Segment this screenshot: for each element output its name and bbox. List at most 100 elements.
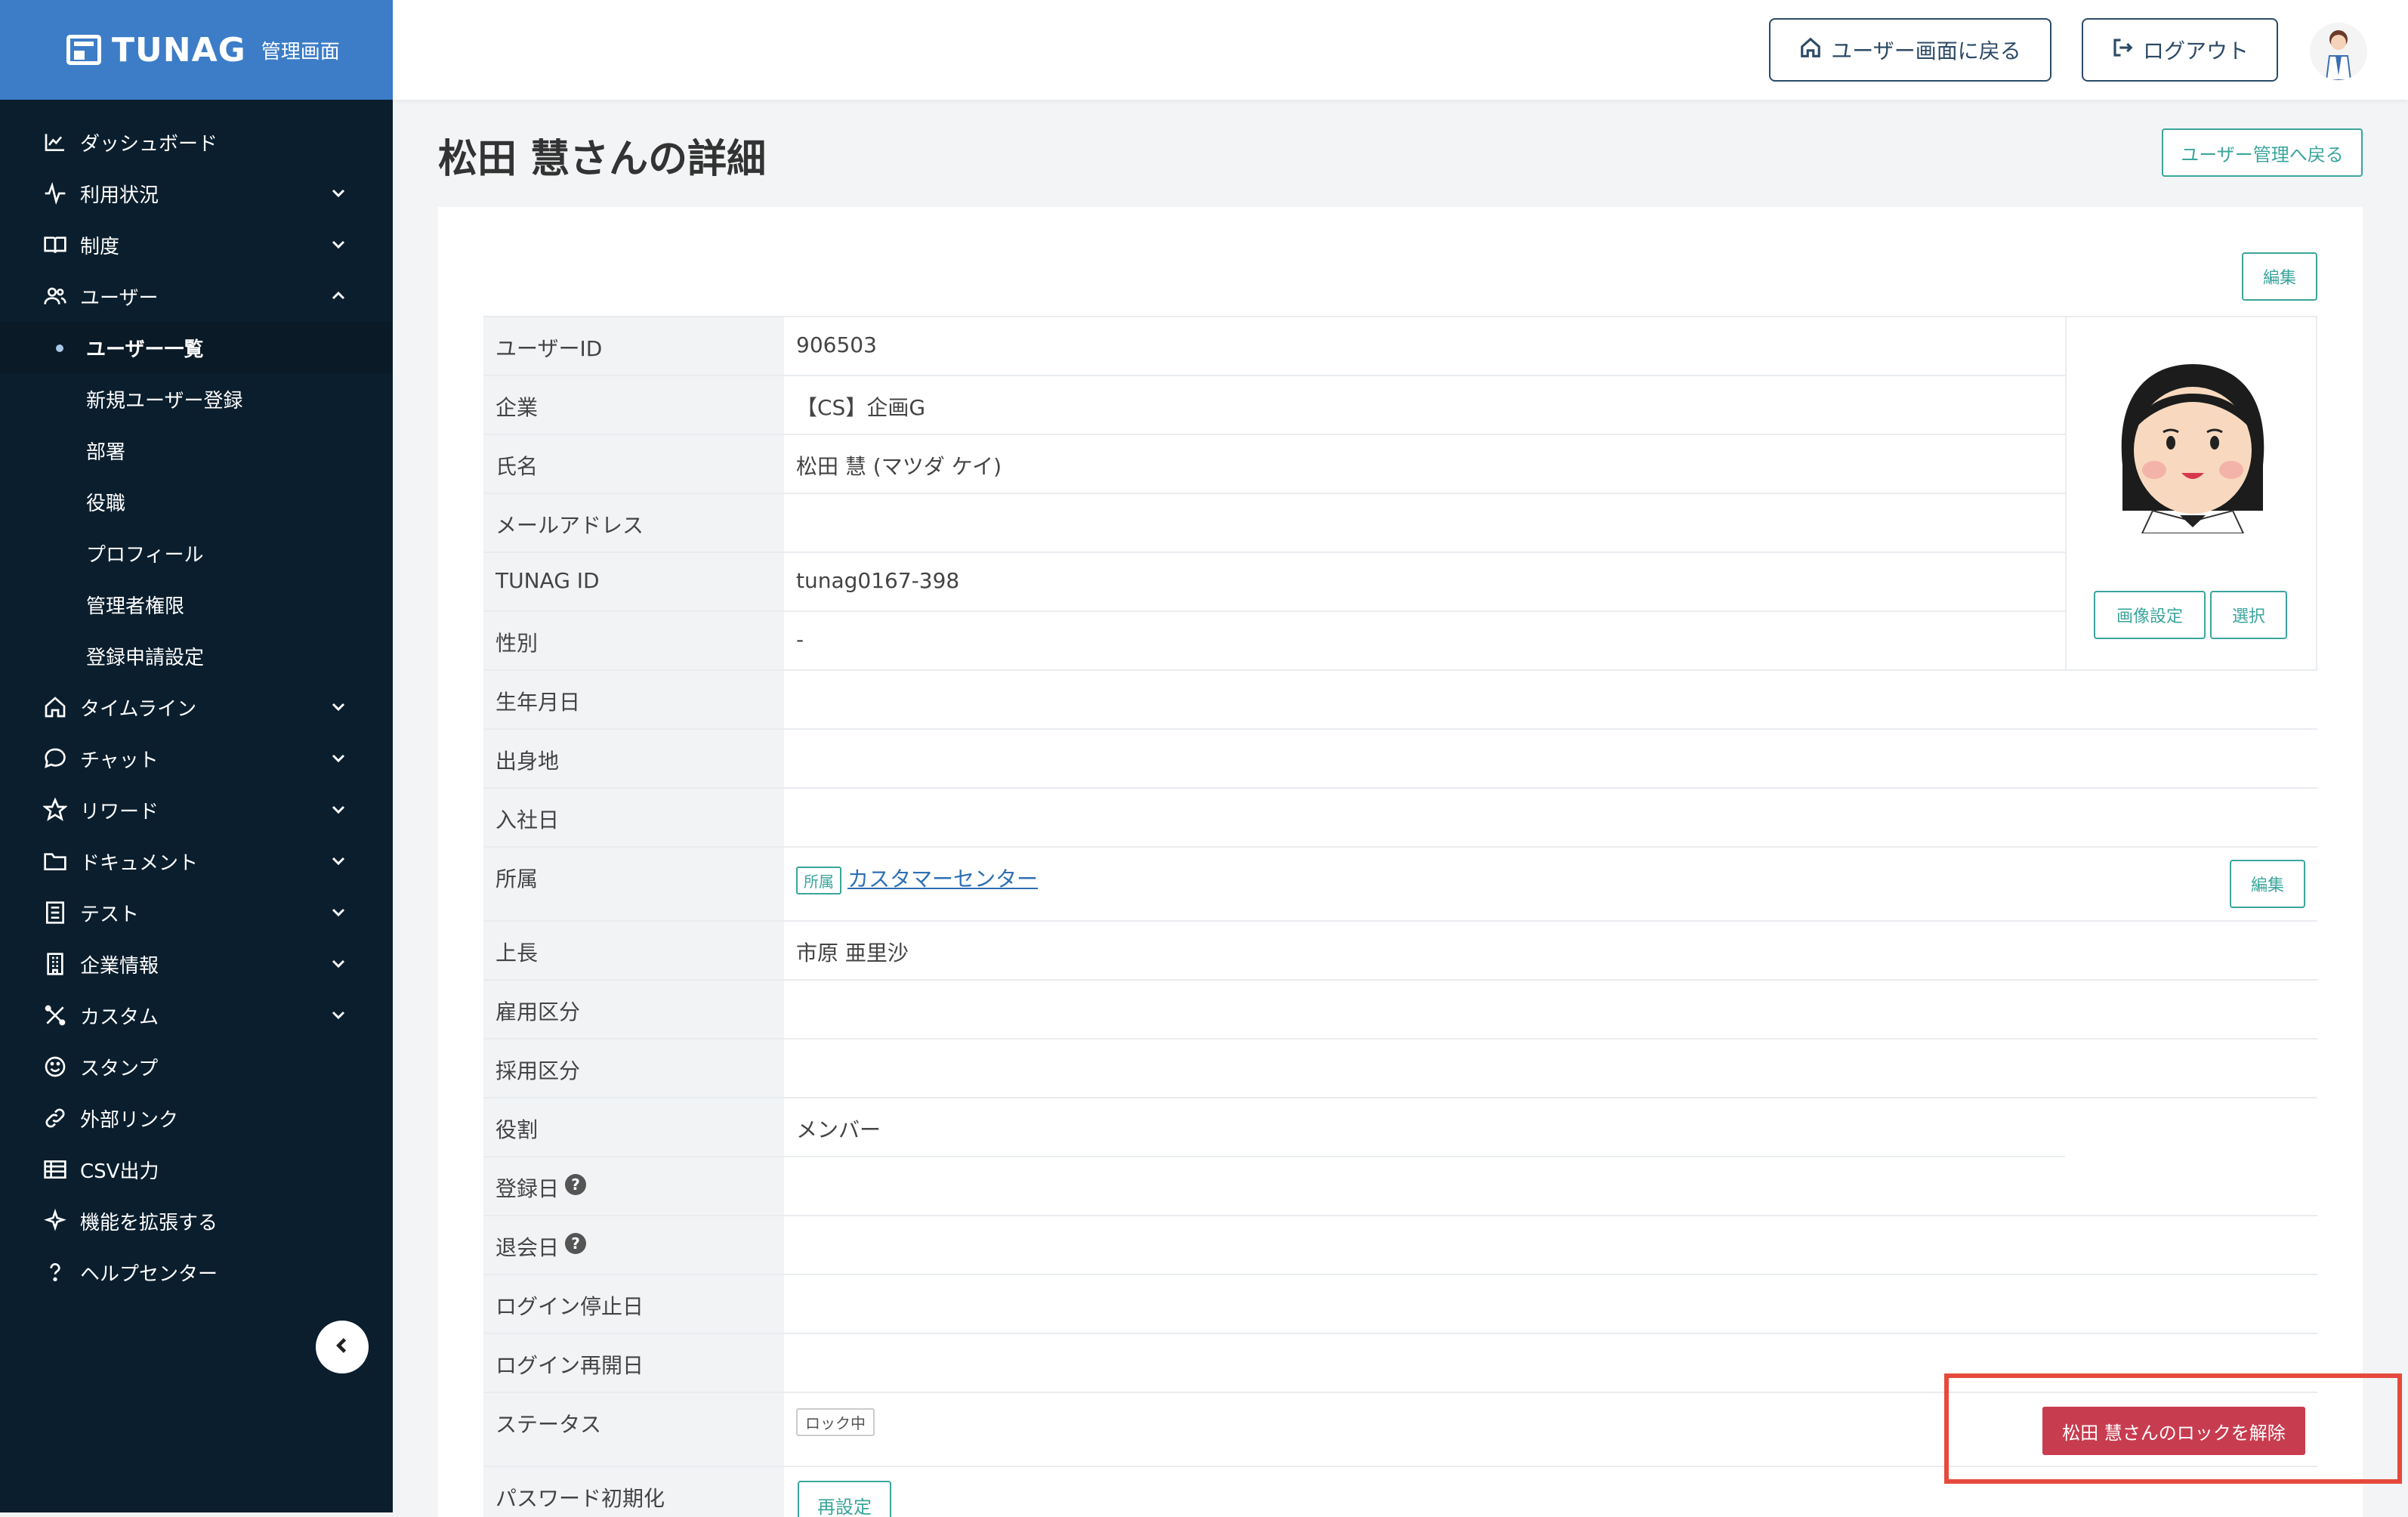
chevron-down-icon [329, 955, 347, 973]
help-icon[interactable]: ? [565, 1233, 587, 1254]
back-to-user-management-button[interactable]: ユーザー管理へ戻る [2162, 128, 2363, 177]
home-icon [1799, 36, 1822, 64]
sidebar-item-label: カスタム [80, 1006, 159, 1029]
chevron-down-icon [329, 184, 347, 202]
sidebar-item-documents[interactable]: ドキュメント [0, 836, 393, 887]
edit-profile-button[interactable]: 編集 [2242, 252, 2317, 301]
chevron-down-icon [329, 904, 347, 922]
sidebar-item-chat[interactable]: チャット [0, 733, 393, 784]
table-row: 出身地 [483, 728, 2317, 787]
chevron-left-icon [332, 1335, 353, 1359]
sidebar-item-reward[interactable]: リワード [0, 784, 393, 836]
field-value [784, 981, 2317, 1038]
sidebar-subitem-department[interactable]: 部署 [0, 425, 393, 476]
table-row: ユーザーID 906503 [483, 316, 2065, 375]
password-reset-button[interactable]: 再設定 [798, 1481, 891, 1517]
sidebar-item-users[interactable]: ユーザー [0, 270, 393, 322]
table-row: 採用区分 [483, 1038, 2317, 1097]
field-label-text: 登録日 [495, 1176, 560, 1201]
table-row: 退会日? [483, 1215, 2317, 1274]
sidebar-subitem-profile[interactable]: プロフィール [0, 527, 393, 579]
chevron-up-icon [329, 287, 347, 305]
field-label: ユーザーID [483, 317, 784, 375]
field-value [784, 730, 2317, 787]
table-row-affiliation: 所属 所属 カスタマーセンター [483, 846, 2317, 920]
sidebar-item-extend-features[interactable]: 機能を拡張する [0, 1195, 393, 1247]
brand-subtitle: 管理画面 [261, 40, 340, 63]
brand-name: TUNAG [112, 30, 246, 70]
table-row: 性別 - [483, 610, 2065, 669]
sidebar-item-label: CSV出力 [80, 1160, 159, 1183]
logout-button[interactable]: ログアウト [2082, 18, 2278, 82]
folder-icon [42, 848, 68, 874]
profile-photo [2121, 364, 2264, 533]
chart-line-icon [42, 129, 68, 155]
activity-icon [42, 181, 68, 206]
select-image-button[interactable]: 選択 [2210, 591, 2287, 639]
sidebar-item-csv-export[interactable]: CSV出力 [0, 1144, 393, 1195]
sidebar-item-system[interactable]: 制度 [0, 219, 393, 270]
home-icon [42, 694, 68, 720]
image-setting-button[interactable]: 画像設定 [2094, 591, 2206, 639]
chevron-down-icon [329, 852, 347, 870]
users-icon [42, 283, 68, 309]
sidebar-item-custom[interactable]: カスタム [0, 990, 393, 1041]
sidebar-item-test[interactable]: テスト [0, 887, 393, 938]
field-label: 所属 [483, 848, 784, 920]
top-bar: ユーザー画面に戻る ログアウト [393, 0, 2408, 100]
field-value: 松田 慧 (マツダ ケイ) [796, 454, 1002, 479]
table-row: TUNAG ID tunag0167-398 [483, 551, 2065, 610]
question-icon [42, 1259, 68, 1285]
field-label: 登録日? [483, 1157, 784, 1215]
sidebar-item-label: ダッシュボード [80, 132, 218, 156]
user-avatar[interactable] [2310, 23, 2367, 80]
sidebar-subitem-new-user[interactable]: 新規ユーザー登録 [0, 373, 393, 425]
sidebar-item-label: 制度 [80, 235, 120, 258]
brand-header[interactable]: TUNAG 管理画面 [0, 0, 393, 100]
link-icon [42, 1105, 68, 1131]
sidebar-subitem-position[interactable]: 役職 [0, 476, 393, 527]
sidebar-item-company-info[interactable]: 企業情報 [0, 938, 393, 990]
sidebar-item-external-link[interactable]: 外部リンク [0, 1092, 393, 1144]
sidebar-item-timeline[interactable]: タイムライン [0, 681, 393, 733]
sidebar-item-help-center[interactable]: ヘルプセンター [0, 1247, 393, 1298]
sidebar-item-label: リワード [80, 800, 159, 823]
sidebar-subitem-registration-settings[interactable]: 登録申請設定 [0, 630, 393, 681]
star-icon [42, 797, 68, 823]
table-row: 企業 【CS】企画G [483, 375, 2065, 434]
field-label: ログイン停止日 [483, 1275, 784, 1333]
field-value: メンバー [796, 1117, 881, 1142]
table-row: 入社日 [483, 787, 2317, 846]
field-label: 上長 [483, 922, 784, 979]
edit-affiliation-button[interactable]: 編集 [2230, 860, 2305, 908]
field-label: 性別 [483, 612, 784, 669]
field-label: 退会日? [483, 1216, 784, 1274]
sidebar-item-label: ドキュメント [80, 851, 199, 875]
sidebar-item-dashboard[interactable]: ダッシュボード [0, 116, 393, 168]
table-row: 生年月日 [483, 669, 2065, 728]
book-icon [42, 232, 68, 258]
field-value: 906503 [796, 332, 877, 357]
sidebar-collapse-button[interactable] [316, 1321, 369, 1373]
field-value: 所属 カスタマーセンター [784, 848, 2317, 920]
field-label-text: 退会日 [495, 1235, 560, 1260]
sidebar-subitem-user-list[interactable]: ユーザー一覧 [0, 322, 393, 373]
sidebar-item-stamp[interactable]: スタンプ [0, 1041, 393, 1092]
field-value: - [796, 627, 804, 652]
chevron-down-icon [329, 801, 347, 819]
sidebar-item-usage[interactable]: 利用状況 [0, 168, 393, 219]
field-label: 生年月日 [483, 671, 784, 728]
building-icon [42, 951, 68, 977]
page-title: 松田 慧さんの詳細 [438, 137, 767, 182]
sidebar-subitem-admin-rights[interactable]: 管理者権限 [0, 579, 393, 630]
user-screen-button[interactable]: ユーザー画面に戻る [1769, 18, 2051, 82]
table-row: 上長 市原 亜里沙 [483, 920, 2317, 979]
sidebar-item-label: 外部リンク [80, 1108, 179, 1132]
field-label: パスワード初期化 [483, 1467, 784, 1517]
help-icon[interactable]: ? [565, 1174, 587, 1195]
field-value [784, 671, 2065, 728]
field-value [784, 1275, 2317, 1333]
field-value [784, 494, 2065, 551]
affiliation-link[interactable]: カスタマーセンター [847, 867, 1038, 891]
sidebar-item-label: 利用状況 [80, 184, 159, 207]
